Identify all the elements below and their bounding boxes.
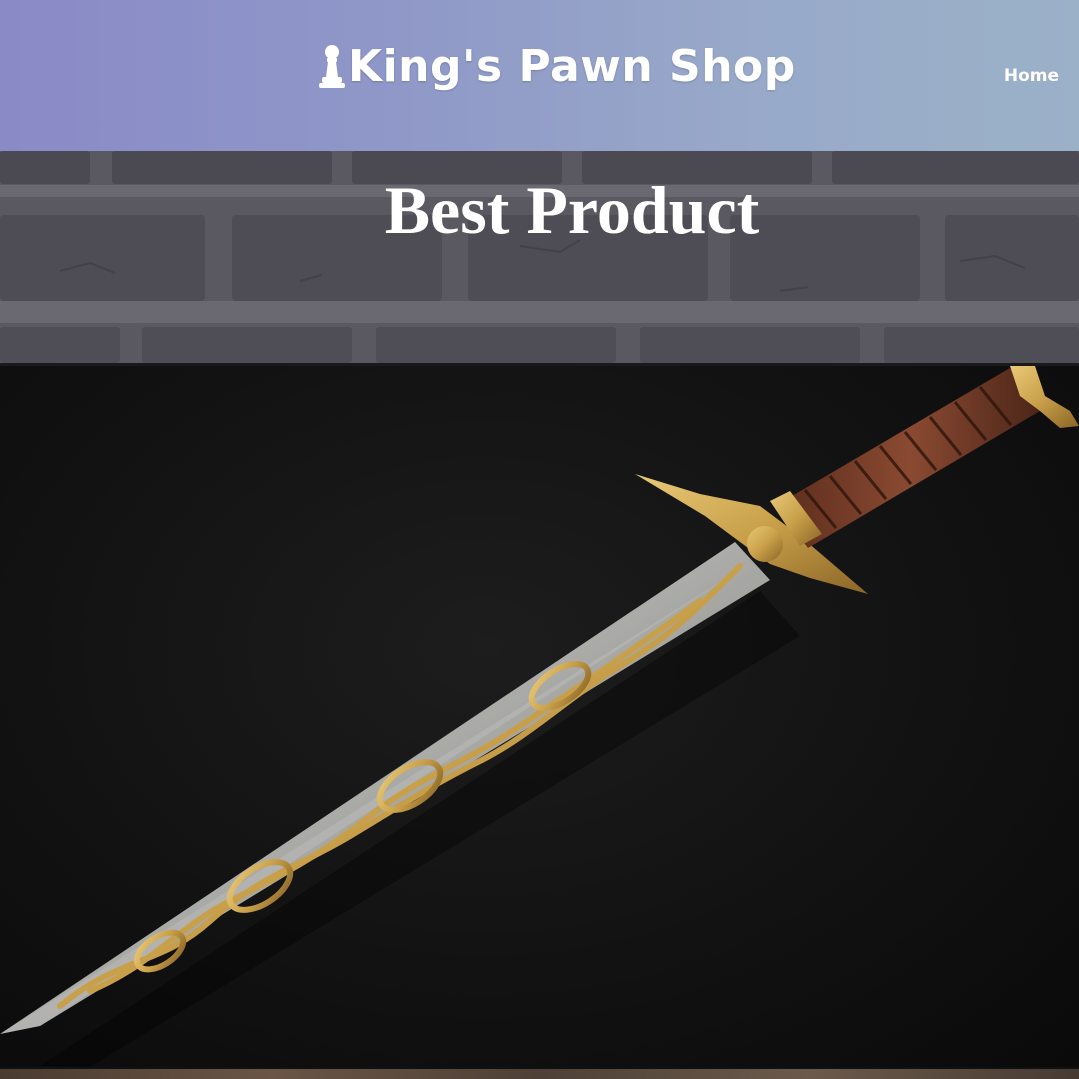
footer-edge: [0, 1067, 1079, 1079]
product-image: [0, 366, 1079, 1067]
nav-home-link[interactable]: Home: [1004, 66, 1059, 86]
brand-logo[interactable]: King's Pawn Shop: [318, 36, 796, 96]
pawn-icon: [319, 45, 345, 88]
page-title: Best Product: [384, 172, 760, 248]
site-header: King's Pawn Shop Home: [0, 0, 1079, 151]
sword-icon: [0, 366, 1079, 1067]
brand-name: King's Pawn Shop: [348, 40, 796, 92]
